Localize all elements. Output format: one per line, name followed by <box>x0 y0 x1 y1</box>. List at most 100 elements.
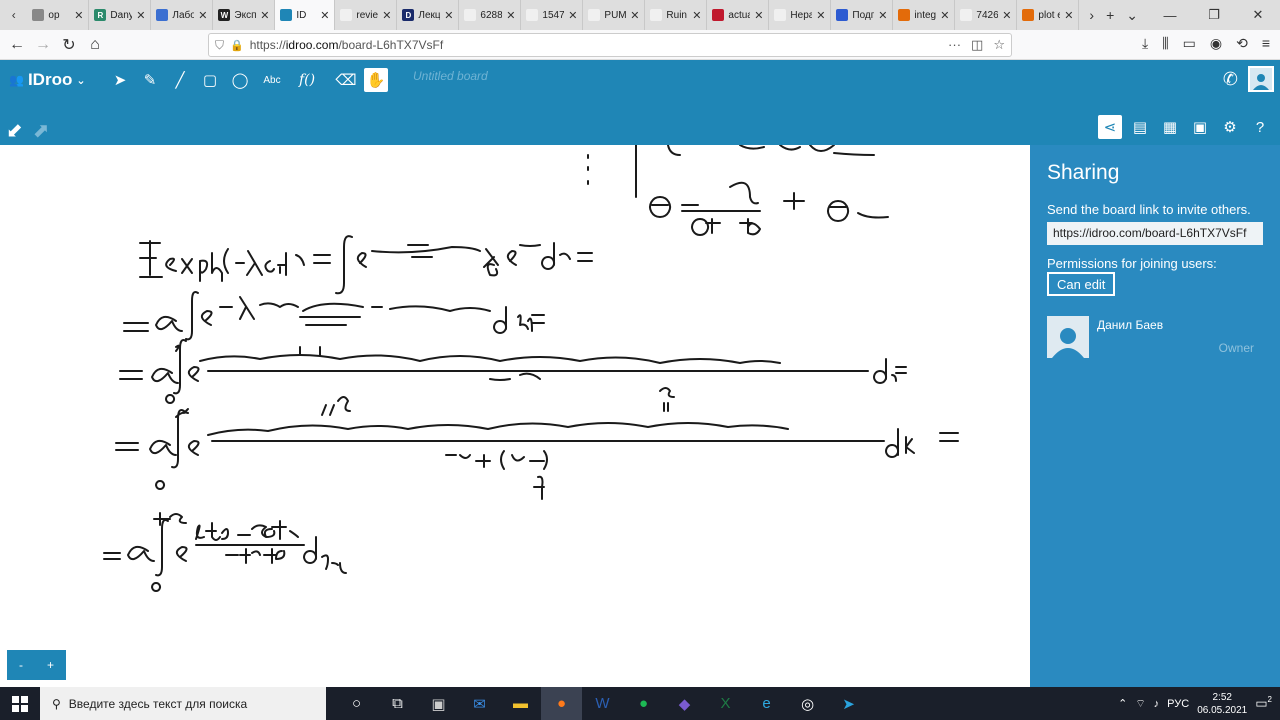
tab-list-dropdown-icon[interactable]: ⌄ <box>1126 7 1138 24</box>
browser-tab[interactable]: ор ✕ <box>27 0 90 30</box>
notifications-icon[interactable]: ▭2 <box>1255 695 1272 711</box>
browser-tab[interactable]: Лабор ✕ <box>151 0 214 30</box>
chat-icon[interactable]: ▤ <box>1128 115 1152 139</box>
cortana-icon[interactable]: ○ <box>336 687 377 720</box>
board-title[interactable]: Untitled board <box>413 69 488 83</box>
formula-tool-icon[interactable]: f() <box>292 68 322 92</box>
explorer-icon[interactable]: ▬ <box>500 687 541 720</box>
menu-icon[interactable]: ≡ <box>1262 35 1270 52</box>
close-tab-icon[interactable]: ✕ <box>878 9 887 22</box>
browser-tab[interactable]: plot e ✕ <box>1017 0 1080 30</box>
tab-scroll-left-button[interactable]: ‹ <box>0 0 27 30</box>
board-link-field[interactable]: https://idroo.com/board-L6hTX7VsFf <box>1047 222 1263 245</box>
close-window-button[interactable]: ✕ <box>1236 7 1280 23</box>
firefox-icon[interactable]: ● <box>541 687 582 720</box>
browser-tab[interactable]: review.dvi✕ <box>335 0 398 30</box>
close-tab-icon[interactable]: ✕ <box>260 9 269 22</box>
browser-tab[interactable]: actuar ✕ <box>707 0 770 30</box>
excel-icon[interactable]: X <box>705 687 746 720</box>
browser-tab[interactable]: Ruin Proba ✕ <box>645 0 708 30</box>
phone-icon[interactable]: ✆ <box>1223 69 1238 90</box>
volume-icon[interactable]: ♪ <box>1154 698 1160 710</box>
document-icon[interactable]: ▦ <box>1158 115 1182 139</box>
share-icon[interactable]: ⋖ <box>1098 115 1122 139</box>
close-tab-icon[interactable]: ✕ <box>382 9 391 22</box>
tray-chevron-icon[interactable]: ⌃ <box>1118 697 1127 710</box>
spotify-icon[interactable]: ● <box>623 687 664 720</box>
library-icon[interactable]: ⫼ <box>1162 35 1168 52</box>
close-tab-icon[interactable]: ✕ <box>136 9 145 22</box>
downloads-icon[interactable]: ⤓ <box>1142 35 1148 52</box>
word-icon[interactable]: W <box>582 687 623 720</box>
tab-scroll-right-button[interactable]: › <box>1089 7 1094 23</box>
close-tab-icon[interactable]: ✕ <box>692 9 701 22</box>
idroo-logo[interactable]: 👥 IDroo ⌄ <box>9 70 86 90</box>
select-tool-icon[interactable]: ➤ <box>108 68 132 92</box>
viber-icon[interactable]: ◆ <box>664 687 705 720</box>
browser-tab[interactable]: ID ✕ <box>275 0 336 30</box>
close-tab-icon[interactable]: ✕ <box>506 9 515 22</box>
browser-tab[interactable]: Неравенс✕ <box>769 0 832 30</box>
page-actions-icon[interactable]: ··· <box>948 37 961 53</box>
new-tab-button[interactable]: + <box>1106 7 1114 23</box>
close-tab-icon[interactable]: ✕ <box>940 9 949 22</box>
undo-arrow-icon[interactable]: ⬋ <box>6 118 23 143</box>
zoom-in-button[interactable]: + <box>47 658 54 672</box>
home-button[interactable]: ⌂ <box>82 36 108 54</box>
reload-button[interactable]: ↻ <box>56 35 82 55</box>
image-icon[interactable]: ▣ <box>1188 115 1212 139</box>
permission-select[interactable]: Can edit <box>1047 272 1116 296</box>
help-icon[interactable]: ? <box>1248 115 1272 139</box>
account-icon[interactable]: ◉ <box>1210 35 1222 52</box>
start-button[interactable] <box>0 695 40 712</box>
browser-tab[interactable]: Подго✕ <box>831 0 894 30</box>
close-tab-icon[interactable]: ✕ <box>630 9 639 22</box>
browser-tab[interactable]: PUMB Aca✕ <box>583 0 646 30</box>
close-tab-icon[interactable]: ✕ <box>198 9 207 22</box>
sync-icon[interactable]: ⟲ <box>1236 35 1248 52</box>
ellipse-tool-icon[interactable]: ◯ <box>228 68 252 92</box>
telegram-icon[interactable]: ➤ <box>828 687 869 720</box>
close-tab-icon[interactable]: ✕ <box>754 9 763 22</box>
eraser-tool-icon[interactable]: ⌫ <box>334 68 358 92</box>
address-bar[interactable]: ⛉ 🔒 https:// idroo.com /board-L6hTX7VsFf… <box>208 33 1012 57</box>
close-tab-icon[interactable]: ✕ <box>1064 9 1073 22</box>
line-tool-icon[interactable]: ╱ <box>168 68 192 92</box>
user-avatar-button[interactable] <box>1248 66 1274 92</box>
zoom-out-button[interactable]: - <box>19 658 23 672</box>
mail-icon[interactable]: ✉ <box>459 687 500 720</box>
whiteboard-canvas[interactable]: - + <box>0 145 1030 687</box>
pocket-icon[interactable]: ◫ <box>971 37 983 53</box>
browser-tab[interactable]: 1547-5816✕ <box>521 0 584 30</box>
clock[interactable]: 2:52 06.05.2021 <box>1197 691 1247 717</box>
wifi-icon[interactable]: ⌔ <box>1135 697 1145 711</box>
task-view-icon[interactable]: ⧉ <box>377 687 418 720</box>
close-tab-icon[interactable]: ✕ <box>444 9 453 22</box>
close-tab-icon[interactable]: ✕ <box>816 9 825 22</box>
taskbar-search[interactable]: ⚲ Введите здесь текст для поиска <box>40 687 326 720</box>
browser-tab[interactable]: WЭкспо✕ <box>213 0 276 30</box>
hand-tool-icon[interactable]: ✋ <box>364 68 388 92</box>
minimize-button[interactable]: — <box>1148 8 1192 23</box>
browser-tab[interactable]: 74267279✕ <box>955 0 1018 30</box>
settings-gear-icon[interactable]: ⚙ <box>1218 115 1242 139</box>
store-icon[interactable]: ▣ <box>418 687 459 720</box>
back-button[interactable]: ← <box>4 36 30 54</box>
browser-tab[interactable]: RDanyl ✕ <box>89 0 152 30</box>
close-tab-icon[interactable]: ✕ <box>1002 9 1011 22</box>
restore-button[interactable]: ❐ <box>1192 7 1236 23</box>
browser-tab[interactable]: 6288_Astin✕ <box>459 0 522 30</box>
text-tool-icon[interactable]: Abc <box>258 68 286 92</box>
close-tab-icon[interactable]: ✕ <box>320 9 329 22</box>
browser-tab[interactable]: DЛекци✕ <box>397 0 460 30</box>
browser-tab[interactable]: integr✕ <box>893 0 956 30</box>
steam-icon[interactable]: ◎ <box>787 687 828 720</box>
input-language[interactable]: РУС <box>1167 698 1189 710</box>
bookmark-star-icon[interactable]: ☆ <box>993 37 1005 53</box>
redo-arrow-icon[interactable]: ⬈ <box>33 118 50 143</box>
close-tab-icon[interactable]: ✕ <box>74 9 83 22</box>
edge-icon[interactable]: e <box>746 687 787 720</box>
sidebar-icon[interactable]: ▭ <box>1183 35 1196 52</box>
close-tab-icon[interactable]: ✕ <box>568 9 577 22</box>
pencil-tool-icon[interactable]: ✎ <box>138 68 162 92</box>
